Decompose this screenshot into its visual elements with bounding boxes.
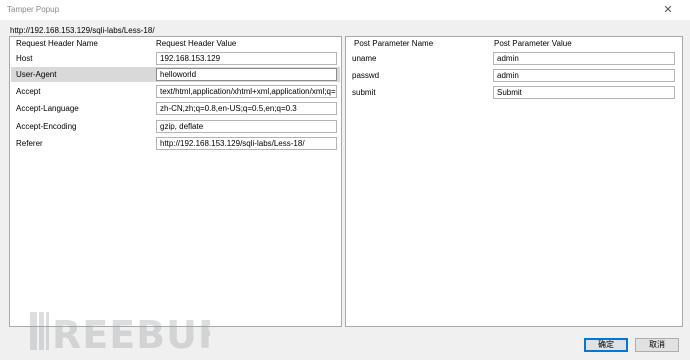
param-value-field[interactable]: Submit (493, 86, 675, 99)
header-row-user-agent[interactable]: User-Agent helloworld (11, 67, 340, 82)
header-value-field[interactable]: http://192.168.153.129/sqli-labs/Less-18… (156, 137, 337, 150)
header-value-field[interactable]: zh-CN,zh;q=0.8,en-US;q=0.5,en;q=0.3 (156, 102, 337, 115)
cancel-button[interactable]: 取消 (635, 338, 679, 352)
header-name: Accept-Language (16, 104, 79, 113)
header-value-column-title: Request Header Value (156, 39, 237, 48)
header-name: Host (16, 54, 33, 63)
header-name: Referer (16, 139, 43, 148)
header-name: Accept (16, 87, 41, 96)
param-name: passwd (352, 71, 380, 80)
header-value-field[interactable]: helloworld (156, 68, 337, 81)
header-row-accept-language[interactable]: Accept-Language zh-CN,zh;q=0.8,en-US;q=0… (11, 101, 340, 116)
header-row-accept-encoding[interactable]: Accept-Encoding gzip, deflate (11, 119, 340, 134)
ok-button[interactable]: 确定 (584, 338, 628, 352)
param-name: uname (352, 54, 377, 63)
header-row-referer[interactable]: Referer http://192.168.153.129/sqli-labs… (11, 136, 340, 151)
request-url: http://192.168.153.129/sqli-labs/Less-18… (10, 26, 155, 35)
header-value-field[interactable]: 192.168.153.129 (156, 52, 337, 65)
param-row-submit[interactable]: submit Submit (347, 85, 681, 100)
post-parameters-panel: Post Parameter Name Post Parameter Value… (345, 36, 683, 327)
header-row-host[interactable]: Host 192.168.153.129 (11, 51, 340, 66)
window-title: Tamper Popup (7, 5, 60, 14)
header-name-column-title: Request Header Name (16, 39, 98, 48)
header-value-field[interactable]: text/html,application/xhtml+xml,applicat… (156, 85, 337, 98)
request-headers-panel: Request Header Name Request Header Value… (9, 36, 342, 327)
param-name-column-title: Post Parameter Name (354, 39, 434, 48)
svg-text:REEBUF: REEBUF (52, 313, 210, 356)
param-value-column-title: Post Parameter Value (494, 39, 572, 48)
header-name: User-Agent (16, 70, 57, 79)
param-value-field[interactable]: admin (493, 69, 675, 82)
header-name: Accept-Encoding (16, 122, 77, 131)
title-bar: Tamper Popup ✕ (0, 0, 690, 20)
header-value-field[interactable]: gzip, deflate (156, 120, 337, 133)
header-row-accept[interactable]: Accept text/html,application/xhtml+xml,a… (11, 84, 340, 99)
param-row-uname[interactable]: uname admin (347, 51, 681, 66)
param-name: submit (352, 88, 376, 97)
freebuf-watermark-logo: REEBUF (30, 312, 210, 356)
param-value-field[interactable]: admin (493, 52, 675, 65)
close-icon[interactable]: ✕ (646, 0, 690, 20)
param-row-passwd[interactable]: passwd admin (347, 68, 681, 83)
